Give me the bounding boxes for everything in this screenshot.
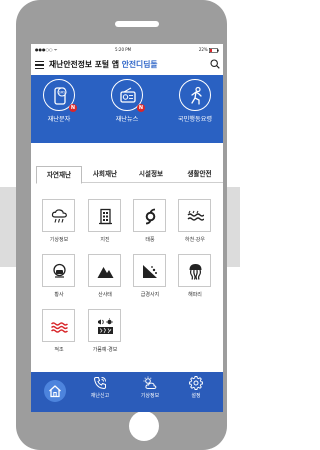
sms-icon: SMS [54,87,67,105]
new-badge: N [69,104,77,112]
jellyfish-icon [189,264,202,280]
typhoon-icon [145,208,156,225]
tile-steep-slope[interactable] [133,254,166,287]
tab-facility-info[interactable]: 시설정보 [129,166,173,183]
tile-weather-info[interactable] [42,199,75,232]
tile-drought-warning[interactable] [88,309,121,342]
app-bar: 재난안전정보 포털 앱 안전디딤돌 [31,56,223,74]
status-bar: ●●●○○ ᯤ 5:20 PM 22% [31,44,223,56]
category-tabs: 자연재난 사회재난 시설정보 생활안전 [36,166,223,184]
gear-icon [189,376,203,390]
app-title: 재난안전정보 포털 앱 안전디딤돌 [49,59,158,70]
tile-label: 기상정보 [49,237,69,243]
tile-label: 지진 [100,237,110,243]
search-icon[interactable] [210,59,220,69]
radio-icon [120,87,136,103]
tile-label: 하천·강우 [185,237,205,243]
svg-text:SMS: SMS [59,90,66,94]
battery-percent: 22% [198,47,208,52]
hamburger-menu-icon[interactable] [35,61,44,69]
tile-yellow-dust[interactable] [42,254,75,287]
nav-home[interactable] [44,380,66,402]
phone-icon [93,377,106,390]
bottom-nav: 재난신고 기상정보 설정 [31,372,223,412]
slope-icon [143,265,157,278]
nav-report[interactable]: 재난신고 [80,376,120,399]
weather-icon [143,376,157,389]
tile-label: 적조 [54,347,64,353]
quick-action-guide[interactable]: 국민행동요령 [170,79,220,123]
tile-label: 황사 [54,292,64,298]
quick-icon-circle [179,79,211,111]
home-icon [49,385,61,398]
nav-settings[interactable]: 설정 [176,376,216,399]
tile-red-tide[interactable] [42,309,75,342]
tab-social-disaster[interactable]: 사회재난 [83,166,127,183]
battery-icon [209,47,219,53]
tab-natural-disaster[interactable]: 자연재난 [36,166,82,184]
tile-typhoon[interactable] [133,199,166,232]
nav-label: 기상정보 [140,393,160,399]
water-waves-icon [187,210,204,221]
new-badge: N [137,104,145,112]
tile-label: 태풍 [145,237,155,243]
battery-indicator: 22% [199,47,219,53]
quick-label: 국민행동요령 [177,116,213,123]
mountain-icon [97,267,114,278]
tile-label: 산사태 [98,292,112,298]
nav-label: 재난신고 [90,393,110,399]
tile-river-rainfall[interactable] [178,199,211,232]
building-icon [99,208,112,225]
tile-label: 급경사지 [140,292,160,298]
quick-label: 재난문자 [47,116,71,123]
phone-home-button[interactable] [129,411,159,441]
quick-action-band: SMS N 재난문자 N 재난뉴스 국민행동요령 [31,75,223,143]
drought-icon [98,318,113,334]
tile-jellyfish[interactable] [178,254,211,287]
tile-earthquake[interactable] [88,199,121,232]
tab-life-safety[interactable]: 생활안전 [176,166,223,183]
quick-icon-circle: SMS N [43,79,77,112]
mask-icon [53,263,66,278]
nav-label: 설정 [191,393,201,399]
carrier-signal: ●●●○○ ᯤ [35,47,58,52]
tile-label: 가뭄예·경보 [92,347,118,353]
nav-weather[interactable]: 기상정보 [130,376,170,399]
status-time: 5:20 PM [115,47,132,52]
quick-disaster-sms[interactable]: SMS N 재난문자 [34,79,84,123]
quick-icon-circle: N [111,79,145,112]
tile-landslide[interactable] [88,254,121,287]
running-person-icon [191,86,202,105]
quick-disaster-news[interactable]: N 재난뉴스 [102,79,152,123]
red-tide-icon [51,322,68,333]
quick-label: 재난뉴스 [115,116,139,123]
app-screen: ●●●○○ ᯤ 5:20 PM 22% 재난안전정보 포털 앱 안전디딤돌 SM… [31,44,223,412]
phone-speaker [115,21,159,27]
cloud-rain-icon [51,209,67,223]
app-title-main: 재난안전정보 포털 앱 [49,60,122,69]
app-title-accent: 안전디딤돌 [121,60,158,69]
tile-label: 해파리 [188,292,202,298]
